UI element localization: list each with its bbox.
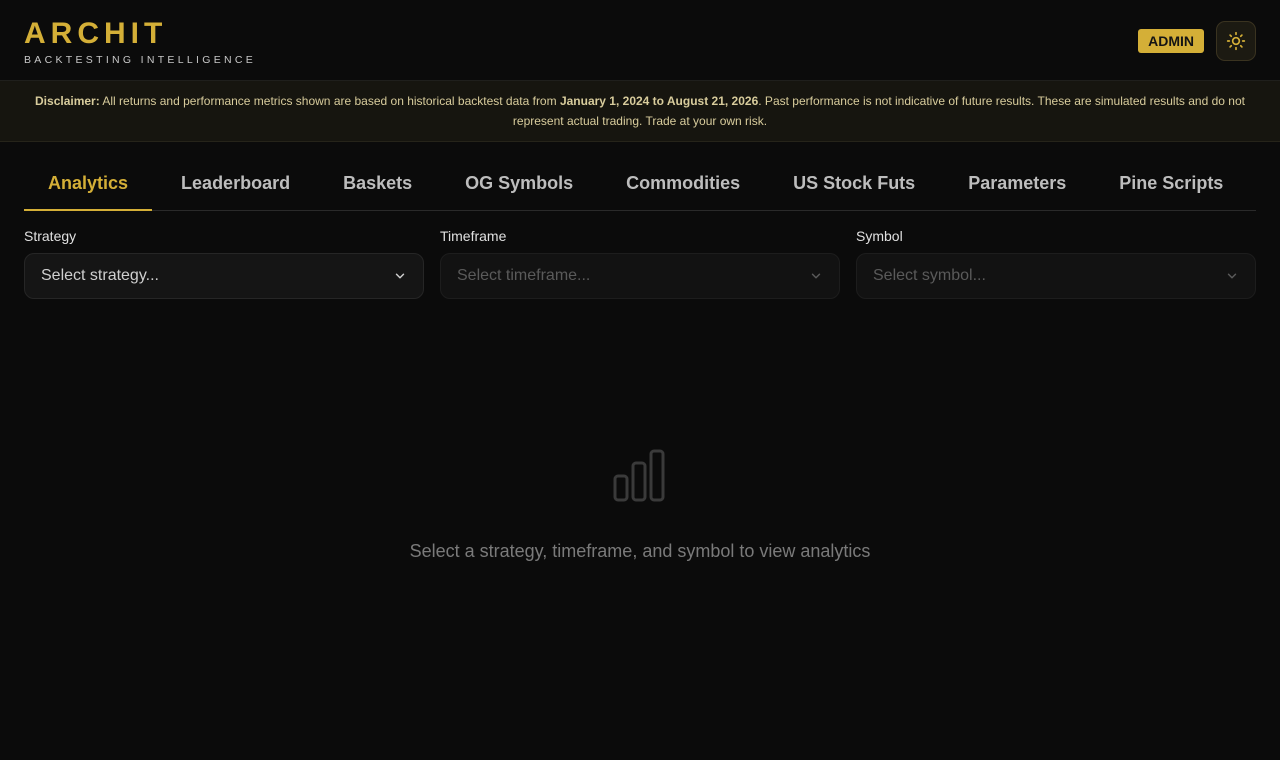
- main-tabs: Analytics Leaderboard Baskets OG Symbols…: [24, 162, 1256, 211]
- filter-row: Strategy Select strategy... Timeframe Se…: [24, 228, 1256, 299]
- bar-chart-icon: [613, 449, 665, 502]
- symbol-select[interactable]: Select symbol...: [856, 253, 1256, 299]
- strategy-placeholder: Select strategy...: [41, 267, 159, 284]
- app-header: ARCHIT BACKTESTING INTELLIGENCE ADMIN: [0, 0, 1280, 81]
- strategy-select[interactable]: Select strategy...: [24, 253, 424, 299]
- chevron-down-icon: [811, 273, 821, 279]
- symbol-label: Symbol: [856, 228, 903, 244]
- timeframe-placeholder: Select timeframe...: [457, 267, 591, 284]
- tab-analytics[interactable]: Analytics: [24, 162, 153, 211]
- disclaimer-text-1: All returns and performance metrics show…: [99, 94, 560, 108]
- symbol-filter: Symbol Select symbol...: [856, 228, 1256, 299]
- tab-leaderboard[interactable]: Leaderboard: [157, 162, 314, 210]
- disclaimer-date-range: January 1, 2024 to August 21, 2026: [559, 94, 759, 108]
- tab-parameters[interactable]: Parameters: [944, 162, 1090, 210]
- tab-og-symbols[interactable]: OG Symbols: [441, 162, 597, 210]
- tab-pine-scripts[interactable]: Pine Scripts: [1095, 162, 1247, 210]
- tab-commodities[interactable]: Commodities: [602, 162, 764, 210]
- tab-baskets[interactable]: Baskets: [319, 162, 436, 210]
- theme-toggle-button[interactable]: [1216, 21, 1256, 61]
- brand-title: ARCHIT: [24, 17, 168, 50]
- header-actions: ADMIN: [1138, 21, 1256, 61]
- disclaimer-banner: Disclaimer: All returns and performance …: [0, 81, 1280, 142]
- chevron-down-icon: [1227, 273, 1237, 279]
- disclaimer-label: Disclaimer:: [35, 94, 100, 108]
- symbol-placeholder: Select symbol...: [873, 267, 986, 284]
- strategy-label: Strategy: [24, 228, 77, 244]
- brand: ARCHIT BACKTESTING INTELLIGENCE: [24, 17, 257, 67]
- timeframe-filter: Timeframe Select timeframe...: [440, 228, 840, 299]
- brand-subtitle: BACKTESTING INTELLIGENCE: [24, 54, 257, 66]
- timeframe-select[interactable]: Select timeframe...: [440, 253, 840, 299]
- admin-badge: ADMIN: [1138, 29, 1204, 53]
- strategy-filter: Strategy Select strategy...: [24, 228, 424, 299]
- sun-icon: [1226, 31, 1246, 51]
- timeframe-label: Timeframe: [440, 228, 507, 244]
- empty-state: Select a strategy, timeframe, and symbol…: [0, 448, 1280, 562]
- chevron-down-icon: [395, 273, 405, 279]
- tab-us-stock-futs[interactable]: US Stock Futs: [769, 162, 939, 210]
- empty-state-message: Select a strategy, timeframe, and symbol…: [409, 541, 871, 561]
